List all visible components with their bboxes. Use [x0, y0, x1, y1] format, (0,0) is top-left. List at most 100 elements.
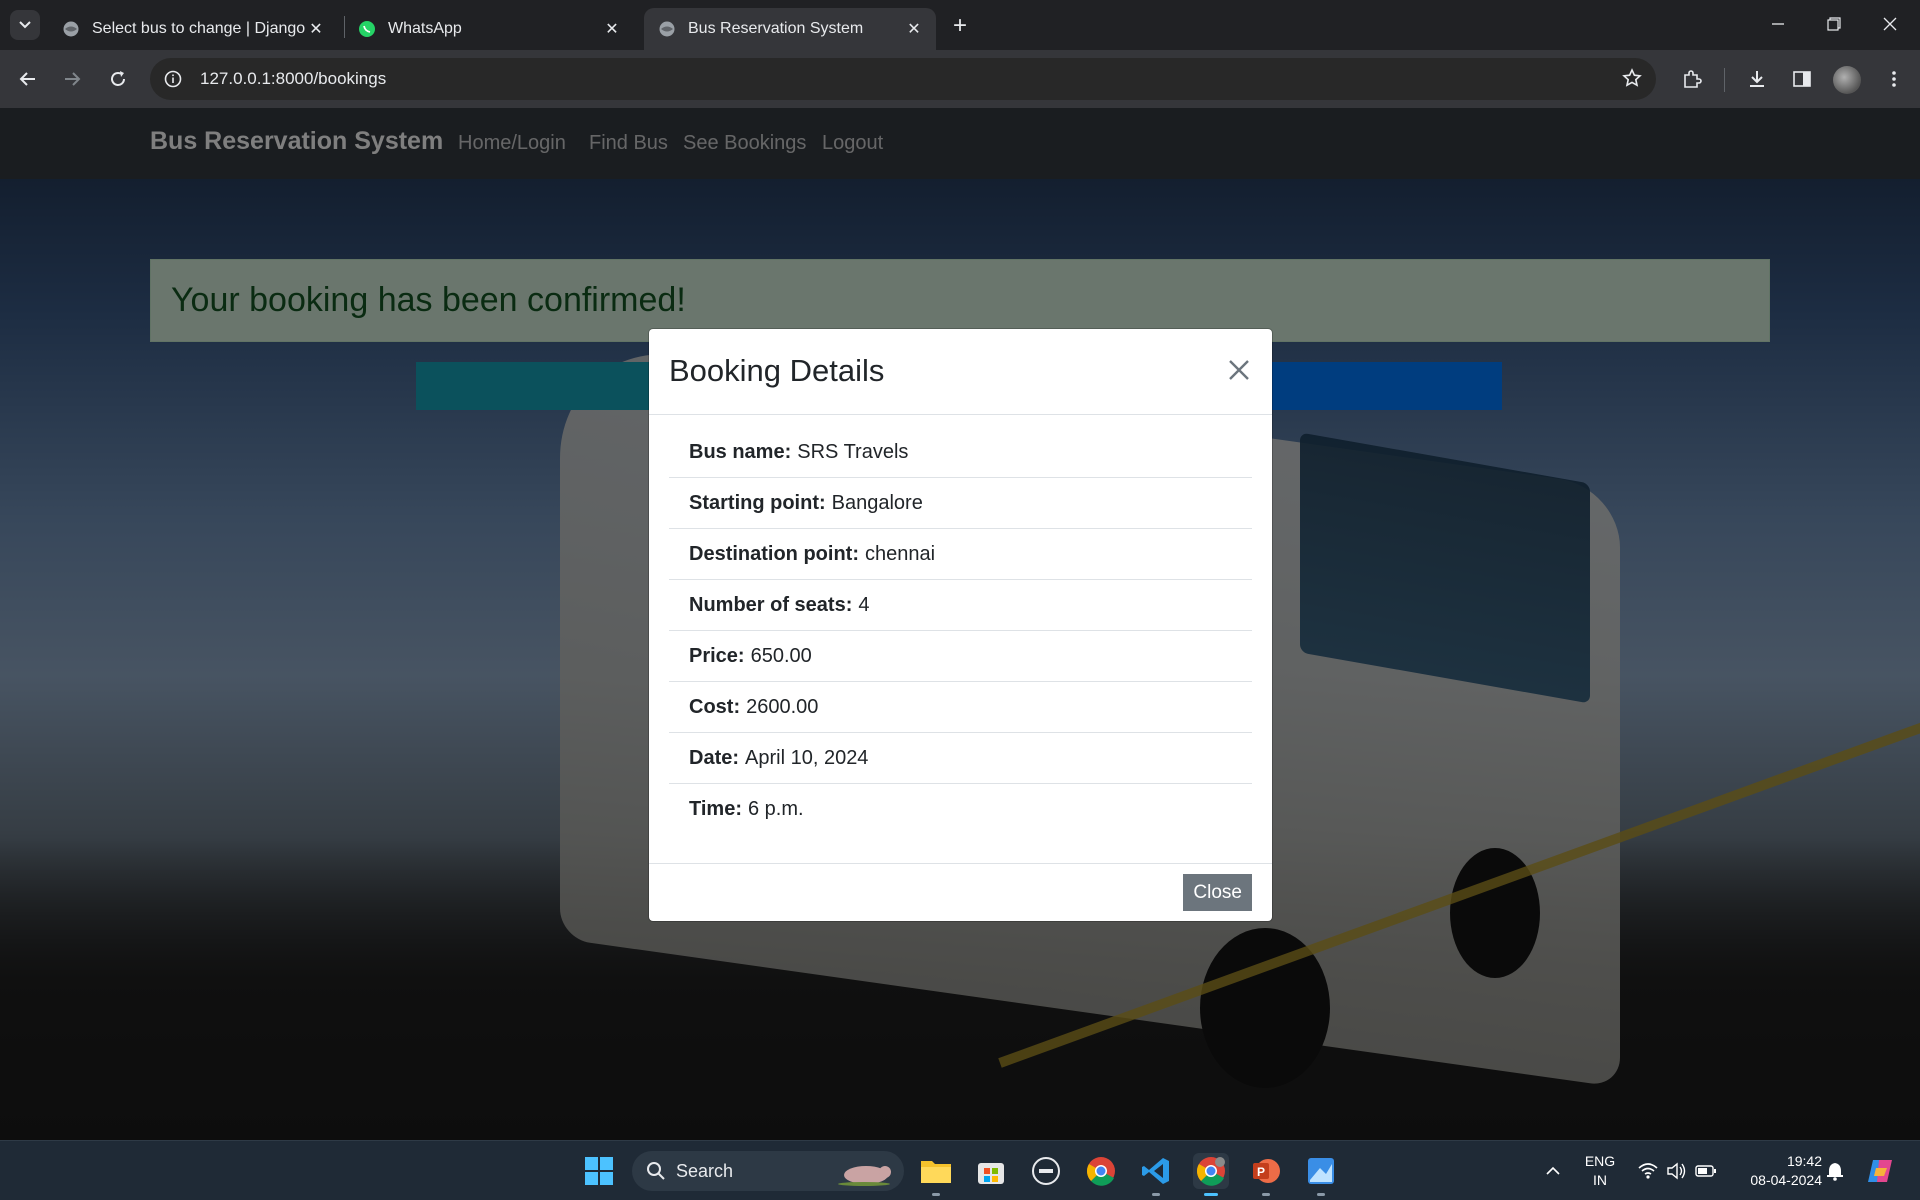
close-window-button[interactable] — [1862, 0, 1918, 48]
start-button[interactable] — [581, 1153, 617, 1189]
detail-value: 650.00 — [750, 644, 812, 667]
search-highlight-icon — [838, 1166, 891, 1186]
volume-icon — [1667, 1162, 1686, 1180]
detail-value: SRS Travels — [797, 440, 909, 463]
profile-avatar[interactable] — [1833, 66, 1861, 94]
battery-status[interactable] — [1688, 1153, 1724, 1189]
forward-button[interactable] — [56, 63, 88, 95]
arrow-right-icon — [65, 72, 81, 86]
back-button[interactable] — [12, 63, 44, 95]
tab-django-admin[interactable]: Select bus to change | Django s ✕ — [48, 8, 338, 50]
plus-icon: + — [952, 12, 967, 39]
clock[interactable]: 19:42 08-04-2024 — [1732, 1152, 1822, 1190]
toolbar-divider — [1724, 68, 1725, 92]
detail-value: 4 — [858, 593, 870, 616]
address-bar[interactable]: 127.0.0.1:8000/bookings — [150, 58, 1656, 100]
microsoft-store-app[interactable] — [973, 1153, 1009, 1189]
puzzle-icon — [1684, 70, 1702, 88]
windows-logo-icon — [585, 1157, 613, 1185]
modal-footer: Close — [649, 863, 1272, 921]
detail-label: Starting point: — [689, 491, 826, 514]
more-vertical-icon — [1892, 71, 1896, 87]
detail-label: Date: — [689, 746, 740, 769]
minimize-icon — [1772, 23, 1784, 25]
show-hidden-icons-button[interactable] — [1535, 1153, 1571, 1189]
extensions-button[interactable] — [1676, 63, 1708, 95]
tab-search-button[interactable] — [10, 10, 40, 40]
tab-whatsapp[interactable]: WhatsApp ✕ — [344, 8, 634, 50]
globe-icon — [62, 20, 80, 38]
vscode-app[interactable] — [1138, 1153, 1174, 1189]
restore-button[interactable] — [1806, 0, 1862, 48]
chevron-down-icon — [19, 21, 31, 29]
new-tab-button[interactable]: + — [946, 12, 974, 40]
minimize-button[interactable] — [1750, 0, 1806, 48]
close-tab-icon[interactable]: ✕ — [306, 19, 326, 39]
modal-title: Booking Details — [669, 353, 885, 388]
running-indicator — [1317, 1193, 1325, 1196]
modal-header: Booking Details — [649, 329, 1272, 415]
detail-value: 6 p.m. — [747, 798, 804, 820]
detail-cost: Cost: 2600.00 — [669, 682, 1252, 733]
chrome-app[interactable] — [1083, 1153, 1119, 1189]
photos-icon — [1308, 1158, 1334, 1184]
search-icon — [647, 1162, 665, 1180]
close-icon — [1883, 17, 1897, 31]
booking-details-modal: Booking Details Bus name: SRS Travels Sta… — [649, 329, 1272, 921]
windows-taskbar: Search P ENG IN 19:42 08-04-2024 — [0, 1140, 1920, 1200]
bookmark-star-icon[interactable] — [1622, 68, 1642, 93]
search-label: Search — [676, 1160, 734, 1181]
taskbar-search[interactable]: Search — [632, 1151, 904, 1191]
download-icon — [1750, 71, 1764, 87]
page-viewport: Bus Reservation System Home/Login Find B… — [0, 108, 1920, 1140]
modal-close-icon[interactable] — [1224, 355, 1254, 385]
battery-icon — [1695, 1165, 1716, 1177]
clock-date: 08-04-2024 — [1750, 1172, 1822, 1188]
powerpoint-app[interactable]: P — [1248, 1153, 1284, 1189]
detail-value: April 10, 2024 — [745, 746, 869, 769]
globe-icon — [658, 20, 676, 38]
dell-app[interactable] — [1028, 1153, 1064, 1189]
notifications-button[interactable] — [1817, 1153, 1853, 1189]
language-code: ENG — [1584, 1153, 1616, 1169]
bell-icon — [1827, 1163, 1843, 1181]
chrome-icon — [1197, 1157, 1225, 1186]
detail-label: Time: — [689, 798, 742, 820]
chrome-profile-app[interactable] — [1193, 1153, 1229, 1189]
running-indicator — [1262, 1193, 1270, 1196]
detail-number-of-seats: Number of seats: 4 — [669, 580, 1252, 631]
whatsapp-icon — [358, 20, 376, 38]
side-panel-button[interactable] — [1786, 63, 1818, 95]
wifi-icon — [1638, 1163, 1658, 1179]
site-info-icon[interactable] — [158, 64, 188, 94]
powerpoint-icon: P — [1253, 1159, 1280, 1183]
close-tab-icon[interactable]: ✕ — [602, 19, 622, 39]
tab-title: Select bus to change | Django s — [92, 20, 306, 37]
restore-icon — [1827, 17, 1841, 31]
detail-label: Bus name: — [689, 440, 792, 463]
url-text: 127.0.0.1:8000/bookings — [200, 69, 387, 88]
store-icon — [978, 1163, 1004, 1184]
photos-app[interactable] — [1303, 1153, 1339, 1189]
running-indicator — [932, 1193, 940, 1196]
dell-icon — [1032, 1157, 1060, 1185]
file-explorer-app[interactable] — [918, 1153, 954, 1189]
running-indicator — [1152, 1193, 1160, 1196]
detail-value: Bangalore — [831, 491, 923, 514]
svg-text:P: P — [1257, 1165, 1265, 1179]
language-indicator[interactable]: ENG IN — [1580, 1152, 1620, 1190]
close-button[interactable]: Close — [1183, 874, 1252, 911]
reload-button[interactable] — [102, 63, 134, 95]
detail-value: 2600.00 — [746, 695, 819, 718]
modal-body: Bus name: SRS Travels Starting point: Bang… — [649, 415, 1272, 835]
arrow-left-icon — [19, 72, 35, 86]
chrome-icon — [1087, 1157, 1115, 1186]
reload-icon — [111, 71, 125, 86]
downloads-button[interactable] — [1741, 63, 1773, 95]
chrome-menu-button[interactable] — [1878, 63, 1910, 95]
detail-label: Price: — [689, 644, 745, 667]
tab-bus-reservation[interactable]: Bus Reservation System ✕ — [644, 8, 936, 50]
detail-label: Destination point: — [689, 542, 859, 565]
copilot-button[interactable] — [1862, 1153, 1898, 1189]
close-tab-icon[interactable]: ✕ — [904, 19, 924, 39]
